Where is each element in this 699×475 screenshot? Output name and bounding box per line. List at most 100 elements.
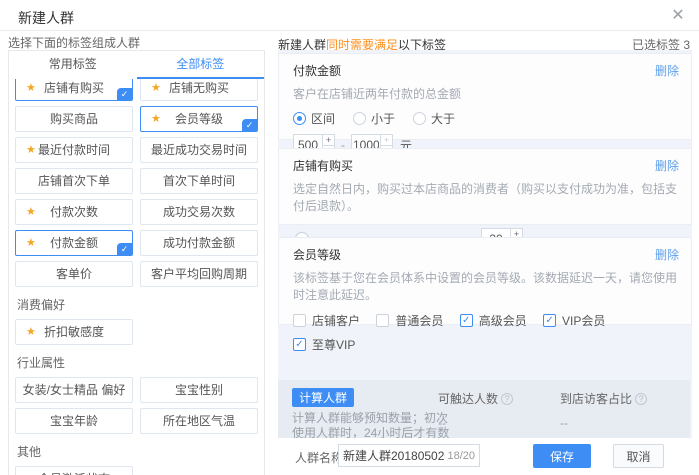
tag-baby-age[interactable]: 宝宝年龄	[15, 408, 133, 434]
crowd-name-input[interactable]	[343, 449, 445, 463]
tag-discount-sensitivity[interactable]: ★ 折扣敏感度	[15, 319, 133, 345]
tag-label: 成功付款金额	[163, 236, 235, 250]
metric-value: --	[560, 416, 647, 430]
metric-reachable-count: 可触达人数? --	[438, 390, 513, 430]
checkbox-label: 高级会员	[479, 312, 527, 329]
tag-list: ★ 店铺有购买 ✓ ★ 店铺无购买 购买商品 ★ 会员等级 ✓ ★ 最近付款时间…	[9, 75, 264, 475]
checkbox-label: VIP会员	[562, 312, 605, 329]
radio-less-than[interactable]: 小于	[353, 110, 395, 127]
tag-baby-gender[interactable]: 宝宝性别	[140, 377, 258, 403]
tag-repurchase-cycle[interactable]: 客户平均回购周期	[140, 261, 258, 287]
tag-label: 付款次数	[50, 205, 98, 219]
tag-womens-fashion-preference[interactable]: 女装/女士精品 偏好	[15, 377, 133, 403]
tag-member-activation-status[interactable]: 会员激活状态	[15, 466, 133, 475]
checkmark-icon: ✓	[242, 119, 257, 131]
tag-label: 店铺首次下单	[38, 174, 110, 188]
star-icon: ★	[26, 76, 36, 100]
checkmark-icon: ✓	[117, 88, 132, 100]
checkbox-regular-member[interactable]: ✓ 普通会员	[376, 312, 456, 329]
tag-member-level[interactable]: ★ 会员等级 ✓	[140, 106, 258, 132]
checkbox-senior-member[interactable]: ✓ 高级会员	[460, 312, 540, 329]
crowd-name-label: 人群名称	[295, 449, 343, 466]
tag-label: 最近成功交易时间	[151, 143, 247, 157]
tag-success-trade-count[interactable]: 成功交易次数	[140, 199, 258, 225]
tag-purchased-items[interactable]: 购买商品	[15, 106, 133, 132]
checkbox-icon: ✓	[376, 314, 389, 327]
selected-tags-area: 付款金额 删除 客户在店铺近两年付款的总金额 区间 小于 大于 + −	[278, 50, 692, 438]
radio-greater-than[interactable]: 大于	[413, 110, 455, 127]
close-icon[interactable]: ✕	[667, 5, 689, 27]
card-member-level: 会员等级 删除 该标签基于您在会员体系中设置的会员等级。该数据延迟一天，请您使用…	[278, 237, 692, 325]
tag-first-order[interactable]: 店铺首次下单	[15, 168, 133, 194]
tab-common-tags[interactable]: 常用标签	[9, 51, 137, 79]
tag-first-order-time[interactable]: 首次下单时间	[140, 168, 258, 194]
tag-label: 客户平均回购周期	[151, 267, 247, 281]
tag-label: 折扣敏感度	[44, 325, 104, 339]
tag-library-panel: 常用标签 全部标签 ★ 店铺有购买 ✓ ★ 店铺无购买 购买商品 ★ 会员等级 …	[8, 50, 265, 475]
tag-last-payment-time[interactable]: ★ 最近付款时间	[15, 137, 133, 163]
radio-label: 大于	[431, 110, 455, 127]
tag-label: 首次下单时间	[163, 174, 235, 188]
card-payment-amount: 付款金额 删除 客户在店铺近两年付款的总金额 区间 小于 大于 + −	[278, 53, 692, 140]
card-description: 客户在店铺近两年付款的总金额	[293, 85, 677, 102]
tag-payment-amount[interactable]: ★ 付款金额 ✓	[15, 230, 133, 256]
tag-tabs: 常用标签 全部标签	[9, 51, 264, 79]
save-button[interactable]: 保存	[533, 444, 591, 468]
tag-success-payment-amount[interactable]: 成功付款金额	[140, 230, 258, 256]
checkbox-label: 普通会员	[395, 312, 443, 329]
cancel-button[interactable]: 取消	[613, 444, 664, 468]
section-other: 其他	[15, 443, 258, 460]
min-increment-button[interactable]: +	[323, 134, 335, 145]
tag-payment-count[interactable]: ★ 付款次数	[15, 199, 133, 225]
max-increment-button[interactable]: +	[381, 134, 393, 145]
tag-label: 宝宝年龄	[50, 414, 98, 428]
crowd-name-field: 18/20	[338, 444, 480, 467]
checkbox-icon: ✓	[293, 314, 306, 327]
card-title: 会员等级	[293, 246, 677, 263]
metric-label: 可触达人数	[438, 392, 498, 406]
tag-last-success-trade-time[interactable]: 最近成功交易时间	[140, 137, 258, 163]
section-industry-attributes: 行业属性	[15, 354, 258, 371]
tag-label: 女装/女士精品 偏好	[23, 383, 126, 397]
delete-member-card-link[interactable]: 删除	[655, 246, 679, 263]
tab-all-tags[interactable]: 全部标签	[137, 51, 265, 79]
footer-bar: 人群名称 18/20 保存 取消	[278, 438, 692, 475]
metric-store-visit-ratio: 到店访客占比? --	[560, 390, 647, 430]
tag-label: 客单价	[56, 267, 92, 281]
left-panel-heading: 选择下面的标签组成人群	[8, 34, 140, 51]
tag-avg-order-value[interactable]: 客单价	[15, 261, 133, 287]
tag-label: 所在地区气温	[163, 414, 235, 428]
radio-icon	[413, 112, 426, 125]
delete-purchase-card-link[interactable]: 删除	[655, 157, 679, 174]
checkbox-vip-member[interactable]: ✓ VIP会员	[543, 312, 605, 329]
radio-label: 小于	[371, 110, 395, 127]
tag-label: 购买商品	[50, 112, 98, 126]
checkbox-shop-customer[interactable]: ✓ 店铺客户	[293, 312, 373, 329]
compute-section: 计算人群 计算人群能够预知数量；初次使用人群时，24小时后才有数据 可触达人数?…	[278, 380, 690, 438]
dialog-title: 新建人群	[18, 8, 74, 28]
section-consumption-preference: 消费偏好	[15, 296, 258, 313]
tag-label: 宝宝性别	[175, 383, 223, 397]
compute-crowd-button[interactable]: 计算人群	[292, 388, 354, 407]
checkbox-label: 店铺客户	[312, 312, 360, 329]
star-icon: ★	[151, 76, 161, 100]
radio-label: 区间	[311, 110, 335, 127]
radio-interval[interactable]: 区间	[293, 110, 335, 127]
radio-icon	[353, 112, 366, 125]
checkmark-icon: ✓	[117, 243, 132, 255]
card-description: 该标签基于您在会员体系中设置的会员等级。该数据延迟一天，请您使用时注意此延迟。	[293, 269, 677, 303]
help-icon[interactable]: ?	[501, 393, 513, 405]
tag-label: 店铺有购买	[44, 81, 104, 95]
star-icon: ★	[151, 107, 161, 131]
checkbox-label: 至尊VIP	[312, 336, 355, 353]
checkbox-supreme-vip[interactable]: ✓ 至尊VIP	[293, 336, 355, 353]
checkbox-checked-icon: ✓	[543, 314, 556, 327]
radio-selected-icon	[293, 112, 306, 125]
delete-payment-card-link[interactable]: 删除	[655, 62, 679, 79]
metric-value: --	[438, 416, 513, 430]
tag-label: 会员等级	[175, 112, 223, 126]
star-icon: ★	[26, 231, 36, 255]
tag-region-temperature[interactable]: 所在地区气温	[140, 408, 258, 434]
star-icon: ★	[26, 200, 36, 224]
help-icon[interactable]: ?	[635, 393, 647, 405]
